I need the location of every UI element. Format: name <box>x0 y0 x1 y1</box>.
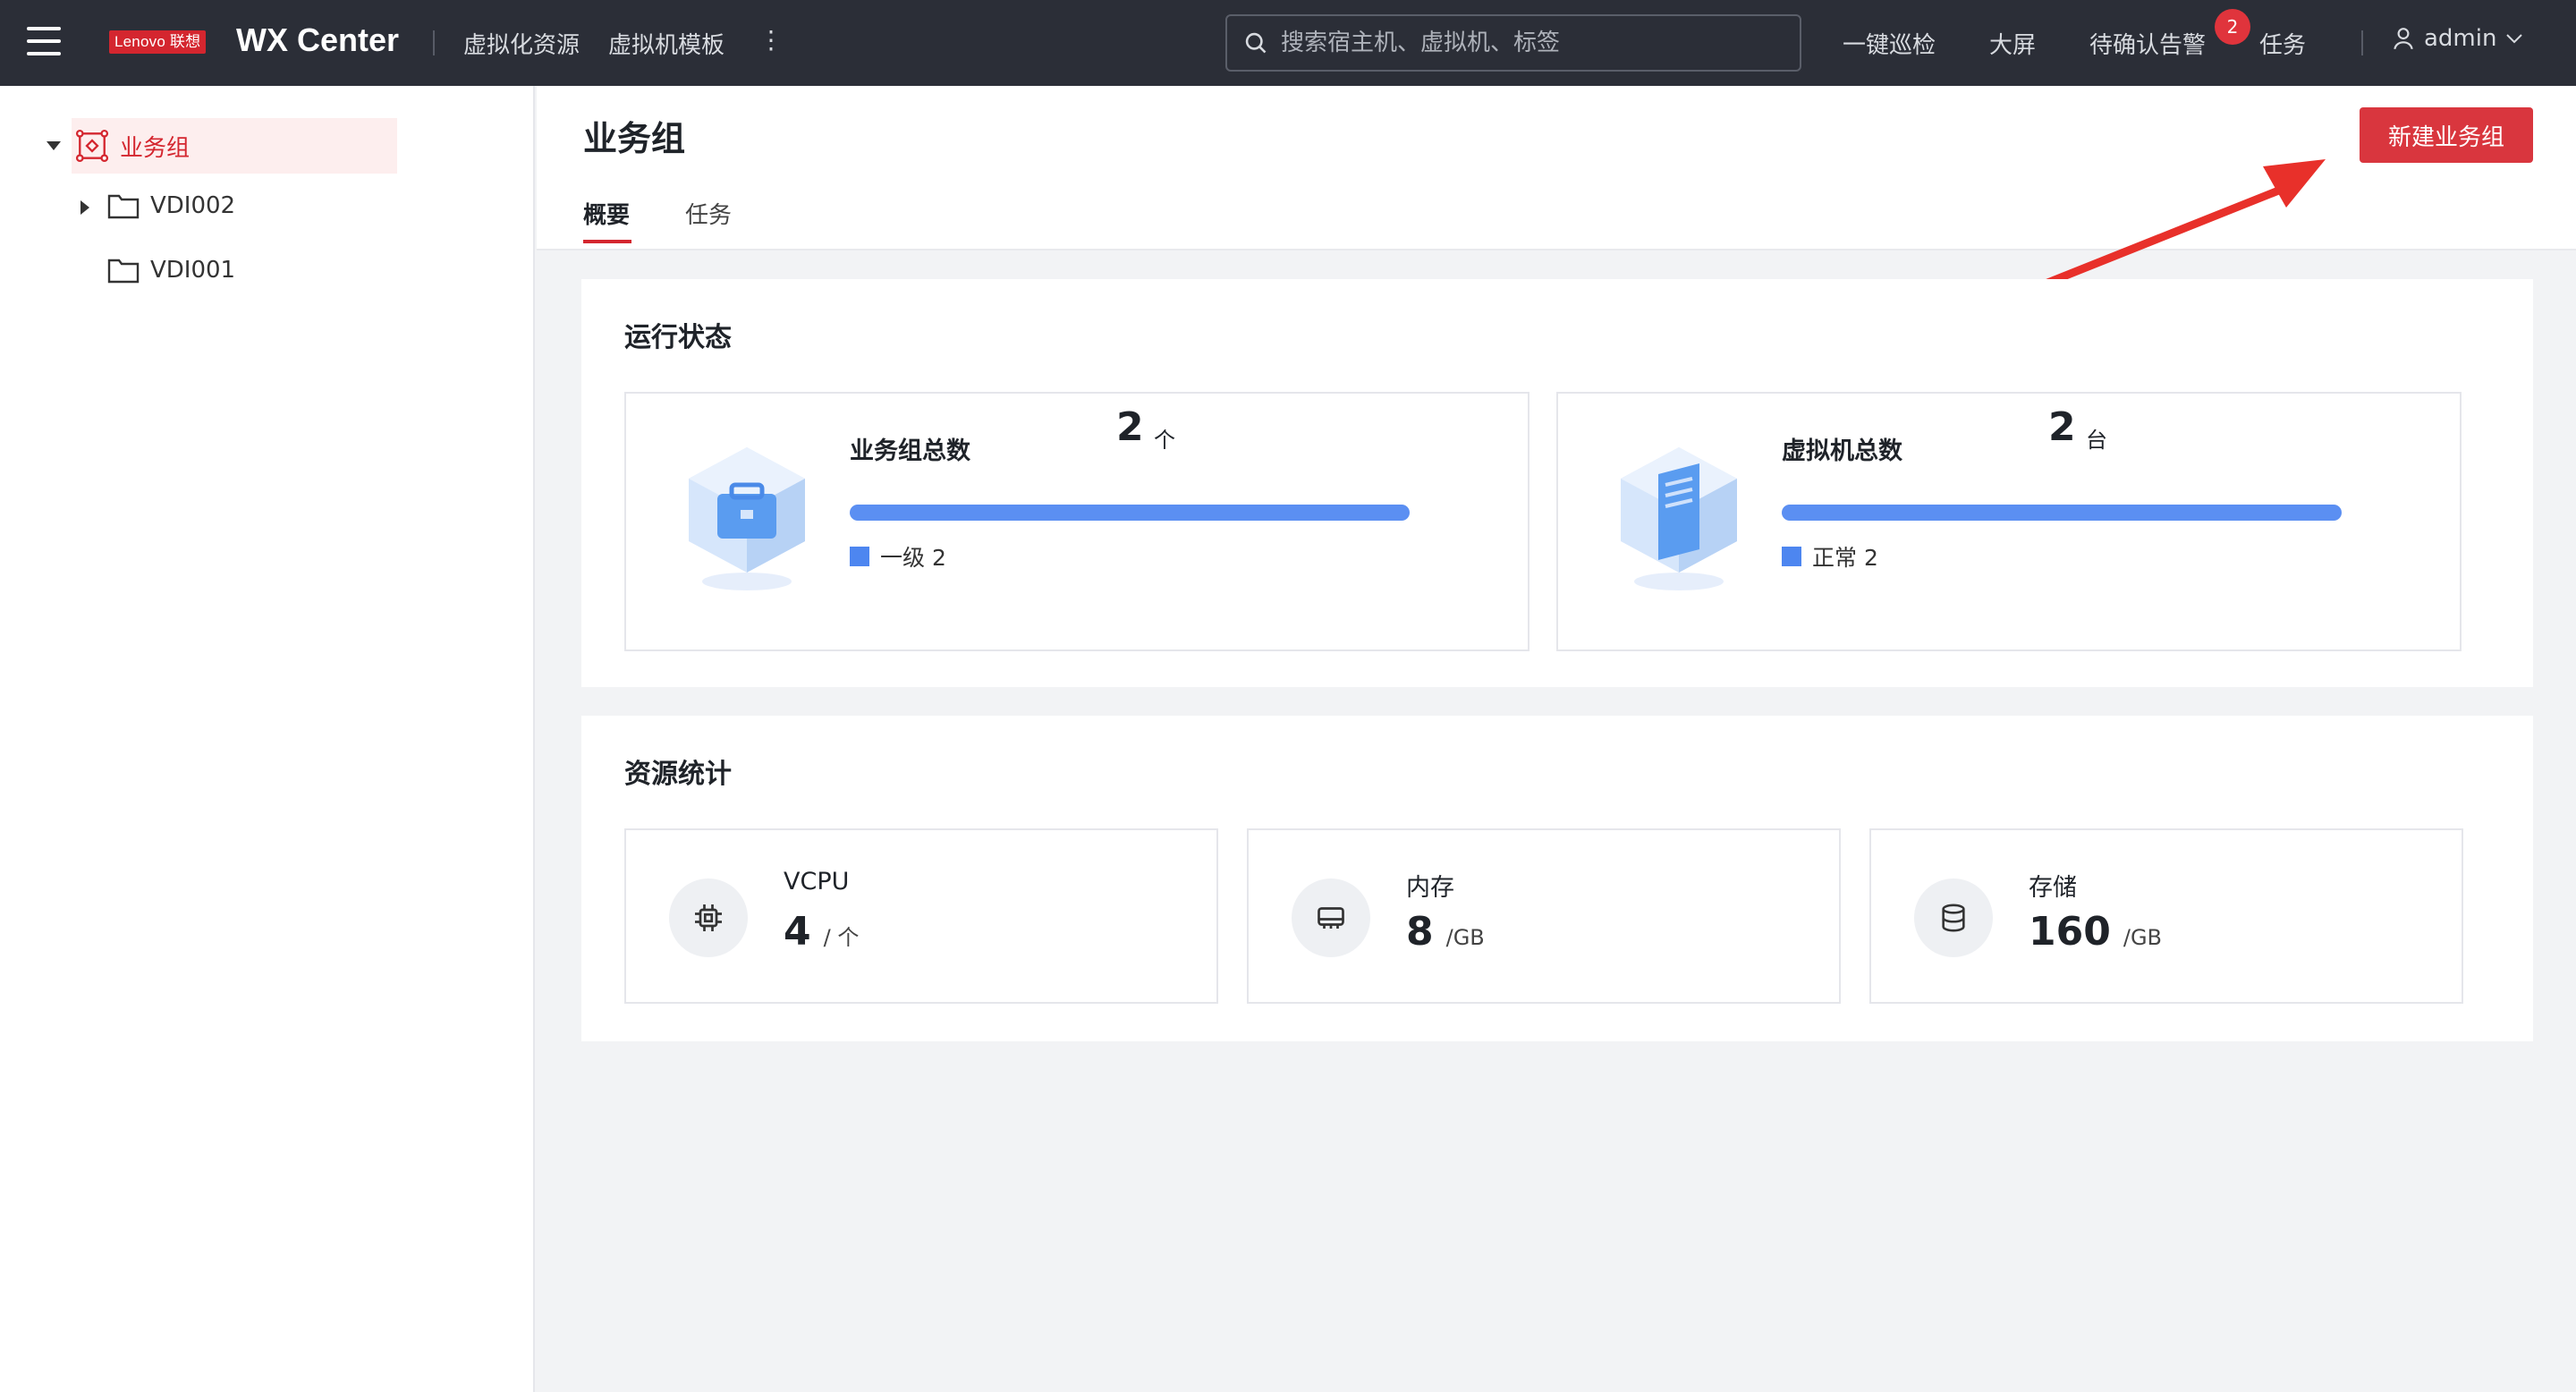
legend: 一级 2 <box>850 540 946 573</box>
card-unit: 个 <box>1154 428 1175 453</box>
value-unit: /GB <box>1445 925 1485 950</box>
business-group-count-card: 业务组总数 2 个 一级 2 <box>624 392 1530 651</box>
server-cube-icon <box>1621 447 1737 590</box>
memory-icon <box>1318 907 1344 929</box>
card-value: 2 <box>2048 404 2076 450</box>
resource-stats-panel: 资源统计 VCPU 4 / 个 内存 8/GB 存储 160 /GB <box>581 716 2533 1041</box>
value-number: 4 <box>784 909 811 955</box>
annotation-arrow <box>1895 159 2326 346</box>
card-label: 业务组总数 <box>850 437 970 465</box>
vcpu-card: VCPU 4 / 个 <box>624 828 1218 1004</box>
resource-label: VCPU <box>784 868 850 895</box>
resource-value: 160/GB <box>2029 909 2162 955</box>
storage-card: 存储 160/GB <box>1869 828 2463 1004</box>
legend-text: 一级 2 <box>880 545 946 571</box>
memory-card: 内存 8/GB <box>1247 828 1841 1004</box>
briefcase-cube-icon <box>689 447 805 590</box>
value-number: 160 <box>2029 909 2111 955</box>
legend-text: 正常 2 <box>1812 545 1878 571</box>
legend-swatch <box>1782 547 1801 566</box>
legend-swatch <box>850 547 869 566</box>
icon-circle <box>669 878 748 957</box>
resource-label: 存储 <box>2029 874 2077 902</box>
resource-value: 8/GB <box>1406 909 1485 955</box>
icon-circle <box>1914 878 1993 957</box>
value-number: 8 <box>1406 909 1434 955</box>
icon-circle <box>1292 878 1370 957</box>
health-progress-bar <box>1782 505 2342 521</box>
level-progress-bar <box>850 505 1410 521</box>
value-unit: / 个 <box>823 925 860 950</box>
vm-count-card: 虚拟机总数 2 台 正常 2 <box>1556 392 2462 651</box>
card-unit: 台 <box>2086 428 2107 453</box>
value-unit: /GB <box>2123 925 2163 950</box>
card-label: 虚拟机总数 <box>1782 437 1902 465</box>
resource-value: 4 / 个 <box>784 909 859 955</box>
running-status-panel: 运行状态 业务组总数 2 个 一级 2 虚拟机总数 2 台 正常 2 <box>581 279 2533 687</box>
cpu-icon <box>695 904 722 931</box>
legend: 正常 2 <box>1782 540 1878 573</box>
resource-label: 内存 <box>1406 874 1454 902</box>
storage-icon <box>1942 904 1965 932</box>
card-value: 2 <box>1116 404 1144 450</box>
panel-title: 运行状态 <box>624 322 732 353</box>
panel-title: 资源统计 <box>624 759 732 790</box>
